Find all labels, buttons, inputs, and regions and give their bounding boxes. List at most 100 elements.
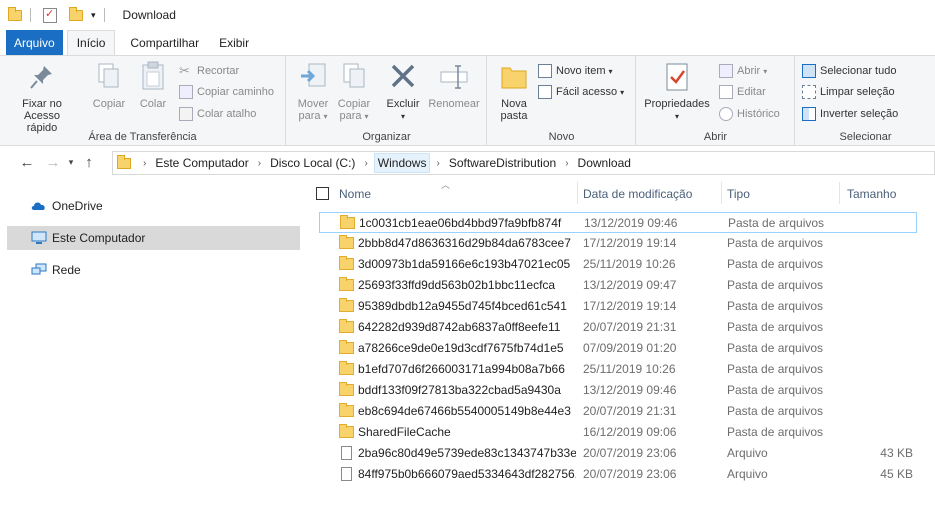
customize-toolbar-chevron-icon[interactable]: ▾ <box>91 10 96 21</box>
breadcrumb-separator-icon[interactable]: › <box>258 158 261 169</box>
easy-access-button[interactable]: Fácil acesso ▾ <box>538 83 624 101</box>
tab-home[interactable]: Início <box>66 30 116 55</box>
file-row[interactable]: 25693f33ffd9dd563b02b1bbc11ecfca 13/12/20… <box>319 275 917 296</box>
paste-button[interactable]: Colar <box>134 60 172 110</box>
column-header-name[interactable]: Nome <box>339 180 577 208</box>
select-all-button[interactable]: Selecionar tudo <box>802 62 896 80</box>
file-name: SharedFileCache <box>358 425 451 439</box>
tab-file[interactable]: Arquivo <box>6 30 63 55</box>
file-type: Arquivo <box>727 467 768 481</box>
delete-icon <box>387 60 419 94</box>
nav-item-network[interactable]: Rede <box>7 258 300 282</box>
select-group: Selecionar tudo Limpar seleção Inverter … <box>796 56 935 146</box>
file-row[interactable]: SharedFileCache 16/12/2019 09:06 Pasta de … <box>319 422 917 443</box>
delete-button[interactable]: Excluir ▾ <box>385 60 421 123</box>
file-name: b1efd707d6f266003171a994b08a7b66 <box>358 362 565 376</box>
open-group-label: Abrir <box>703 131 728 143</box>
file-row[interactable]: b1efd707d6f266003171a994b08a7b66 25/11/20… <box>319 359 917 380</box>
toolbar-divider <box>30 8 31 22</box>
file-name: 1c0031cb1eae06bd4bbd97fa9bfb874f <box>359 216 562 230</box>
file-list: 1c0031cb1eae06bd4bbd97fa9bfb874f 13/12/20… <box>319 212 917 485</box>
file-type: Pasta de arquivos <box>727 320 824 334</box>
breadcrumb-software-distribution[interactable]: SoftwareDistribution <box>446 154 559 172</box>
address-folder-icon <box>117 154 131 169</box>
paste-shortcut-label: Colar atalho <box>197 108 257 120</box>
column-divider[interactable] <box>839 182 840 204</box>
file-type: Pasta de arquivos <box>727 257 824 271</box>
file-type: Pasta de arquivos <box>727 341 824 355</box>
breadcrumb-separator-icon[interactable]: › <box>364 158 367 169</box>
file-row[interactable]: 1c0031cb1eae06bd4bbd97fa9bfb874f 13/12/20… <box>319 212 917 233</box>
invert-selection-button[interactable]: Inverter seleção <box>802 105 898 123</box>
file-row[interactable]: 95389dbdb12a9455d745f4bced61c541 17/12/20… <box>319 296 917 317</box>
up-arrow-icon[interactable]: ↑ <box>78 154 100 171</box>
select-none-button[interactable]: Limpar seleção <box>802 83 895 101</box>
file-date-modified: 17/12/2019 19:14 <box>583 299 677 313</box>
tab-share[interactable]: Compartilhar <box>121 30 208 55</box>
nav-item-onedrive[interactable]: OneDrive <box>7 194 300 218</box>
file-row[interactable]: bddf133f09f27813ba322cbad5a9430a 13/12/20… <box>319 380 917 401</box>
column-header-date[interactable]: Data de modificação <box>583 180 721 208</box>
copy-to-button[interactable]: Copiar para ▾ <box>335 60 373 123</box>
file-name: 84ff975b0b666079aed5334643df282756... <box>358 467 576 481</box>
select-none-label: Limpar seleção <box>820 86 895 98</box>
back-arrow-icon[interactable]: ← <box>16 154 38 171</box>
move-to-button[interactable]: Mover para ▾ <box>293 60 333 123</box>
column-header-type[interactable]: Tipo <box>727 180 837 208</box>
copy-to-chevron-icon: ▾ <box>364 112 369 121</box>
rename-button[interactable]: Renomear <box>425 60 483 110</box>
breadcrumb-this-pc[interactable]: Este Computador <box>152 154 251 172</box>
file-row[interactable]: eb8c694de67466b5540005149b8e44e3 20/07/20… <box>319 401 917 422</box>
breadcrumb-local-disk[interactable]: Disco Local (C:) <box>267 154 358 172</box>
folder-icon <box>339 382 354 396</box>
copy-icon <box>93 60 125 94</box>
paste-label: Colar <box>139 98 167 110</box>
copy-label: Copiar <box>92 98 126 110</box>
file-row[interactable]: 2bbb8d47d8636316d29b84da6783cee7 17/12/20… <box>319 233 917 254</box>
cut-button[interactable]: ✂ Recortar <box>179 62 239 80</box>
select-all-checkbox[interactable] <box>316 187 329 200</box>
recent-locations-chevron-icon[interactable]: ▾ <box>64 157 78 168</box>
copy-path-button[interactable]: Copiar caminho <box>179 83 274 101</box>
new-item-button[interactable]: Novo item ▾ <box>538 62 613 80</box>
file-row[interactable]: 84ff975b0b666079aed5334643df282756... 20/… <box>319 464 917 485</box>
pin-quick-access-button[interactable]: Fixar no Acesso rápido <box>8 60 76 134</box>
open-group: Propriedades ▾ Abrir ▾ Editar Histórico A… <box>637 56 795 146</box>
invert-selection-icon <box>802 107 816 121</box>
clipboard-group: Fixar no Acesso rápido Copiar Colar ✂ Re… <box>0 56 286 146</box>
breadcrumb-separator-icon[interactable]: › <box>436 158 439 169</box>
history-button[interactable]: Histórico <box>719 105 780 123</box>
forward-arrow-icon[interactable]: → <box>42 154 64 171</box>
history-label: Histórico <box>737 108 780 120</box>
folder-icon[interactable] <box>8 6 22 21</box>
file-row[interactable]: 642282d939d8742ab6837a0ff8eefe11 20/07/20… <box>319 317 917 338</box>
new-folder-icon[interactable] <box>69 6 83 21</box>
copy-button[interactable]: Copiar <box>88 60 130 110</box>
properties-button[interactable]: Propriedades ▾ <box>641 60 713 123</box>
nav-item-this-pc[interactable]: Este Computador <box>7 226 300 250</box>
file-row[interactable]: 2ba96c80d49e5739ede83c1343747b33e... 20/0… <box>319 443 917 464</box>
breadcrumb-separator-icon[interactable]: › <box>143 158 146 169</box>
paste-shortcut-button[interactable]: Colar atalho <box>179 105 256 123</box>
column-divider[interactable] <box>577 182 578 204</box>
file-row[interactable]: 3d00973b1da59166e6c193b47021ec05 25/11/20… <box>319 254 917 275</box>
breadcrumb-windows[interactable]: Windows <box>373 153 431 173</box>
folder-icon <box>339 277 354 291</box>
column-divider[interactable] <box>721 182 722 204</box>
organize-group-label: Organizar <box>362 131 411 143</box>
file-name: 95389dbdb12a9455d745f4bced61c541 <box>358 299 567 313</box>
file-name: 2bbb8d47d8636316d29b84da6783cee7 <box>358 236 571 250</box>
copy-path-icon <box>179 85 193 99</box>
column-header-size[interactable]: Tamanho <box>847 180 927 208</box>
properties-icon <box>661 60 693 94</box>
breadcrumb-separator-icon[interactable]: › <box>565 158 568 169</box>
new-folder-icon <box>498 60 530 94</box>
open-button[interactable]: Abrir ▾ <box>719 62 767 80</box>
properties-icon[interactable] <box>43 7 57 23</box>
file-row[interactable]: a78266ce9de0e19d3cdf7675fb74d1e5 07/09/20… <box>319 338 917 359</box>
edit-button[interactable]: Editar <box>719 83 766 101</box>
breadcrumb-download[interactable]: Download <box>575 154 634 172</box>
tab-view[interactable]: Exibir <box>210 30 258 55</box>
address-bar[interactable]: › Este Computador › Disco Local (C:) › W… <box>112 151 935 175</box>
new-folder-button[interactable]: Nova pasta <box>494 60 534 122</box>
